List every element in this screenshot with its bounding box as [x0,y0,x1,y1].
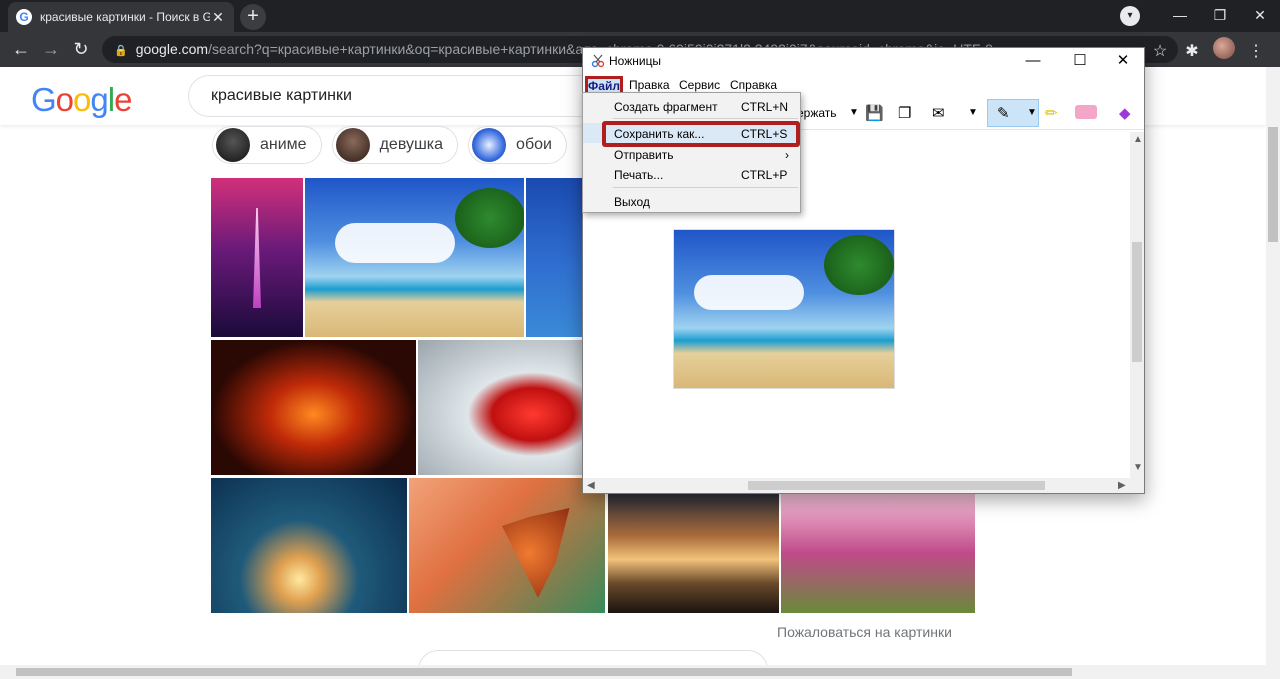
highlighter-icon[interactable]: ✏ [1045,104,1058,122]
profile-avatar[interactable] [1208,37,1240,64]
scroll-right-icon[interactable]: ▶ [1118,480,1126,491]
minimize-icon[interactable]: — [1160,0,1200,32]
google-logo[interactable]: Google [31,81,132,119]
browser-tabbar: G красивые картинки - Поиск в Google ✕ +… [0,0,1280,32]
send-dropdown-icon[interactable]: ▼ [968,107,978,118]
tab-title: красивые картинки - Поиск в Google [40,10,210,24]
chip-thumbnail [216,128,250,162]
paint3d-icon[interactable]: ◆ [1119,104,1131,122]
related-chips: аниме девушка обои [212,126,567,164]
snip-close-icon[interactable]: ✕ [1101,48,1145,74]
send-email-icon[interactable]: ✉ [932,104,945,122]
snip-title: Ножницы [609,54,662,68]
chip-anime[interactable]: аниме [212,126,322,164]
submenu-arrow-icon: › [785,148,789,162]
google-favicon-icon: G [16,9,32,25]
image-wave[interactable] [211,478,407,613]
image-eiffel-tower[interactable] [211,178,303,337]
snip-horizontal-scrollbar[interactable]: ◀ ▶ [583,478,1144,493]
snip-titlebar[interactable]: Ножницы — ☐ ✕ [583,48,1144,74]
page-vertical-scrollbar[interactable] [1266,67,1280,665]
page-horizontal-scrollbar[interactable] [0,665,1280,679]
extensions-icon[interactable]: ✱ [1176,41,1208,61]
snip-minimize-icon[interactable]: — [1011,48,1055,74]
image-dolphin-sunset[interactable] [608,494,779,613]
image-sea[interactable] [526,178,582,337]
chip-girl[interactable]: девушка [331,126,459,164]
image-pink-trees[interactable] [781,494,975,613]
scrollbar-thumb[interactable] [1132,242,1142,362]
delay-dropdown-icon[interactable]: ▼ [849,107,859,118]
copy-icon[interactable]: ❐ [898,104,911,122]
tab-search-icon[interactable]: ▾ [1120,6,1140,26]
back-icon[interactable]: ← [6,39,36,60]
scrollbar-thumb[interactable] [16,668,1072,676]
chip-label: обои [516,136,552,153]
menu-item-exit[interactable]: Выход [583,191,800,211]
lock-icon: 🔒 [114,45,128,57]
image-red-heart[interactable] [418,340,582,475]
scrollbar-thumb[interactable] [748,481,1045,490]
restore-icon[interactable]: ❐ [1200,0,1240,32]
menu-separator [613,187,798,188]
captured-snip-image [673,229,895,389]
menu-item-send[interactable]: Отправить › [583,144,800,164]
image-fire-horse[interactable] [211,340,416,475]
menu-service[interactable]: Сервис [679,78,720,92]
menu-edit[interactable]: Правка [629,78,670,92]
menu-item-print[interactable]: Печать... CTRL+P [583,164,800,184]
pen-dropdown-icon[interactable]: ▼ [1027,107,1037,118]
scroll-left-icon[interactable]: ◀ [587,480,595,491]
bookmark-star-icon[interactable]: ☆ [1144,41,1176,61]
scroll-up-icon[interactable]: ▲ [1133,134,1143,145]
reload-icon[interactable]: ↻ [66,39,96,60]
file-menu-dropdown: Создать фрагмент CTRL+N Сохранить как...… [582,92,801,213]
menu-help[interactable]: Справка [730,78,777,92]
chip-wallpapers[interactable]: обои [468,126,567,164]
eraser-icon[interactable] [1075,105,1097,119]
chip-thumbnail [335,128,370,162]
forward-icon[interactable]: → [36,39,66,60]
pen-icon: ✎ [997,105,1010,122]
report-images-link[interactable]: Пожаловаться на картинки [777,624,952,640]
chip-thumbnail [472,128,507,162]
search-input[interactable]: красивые картинки [188,75,608,117]
save-icon[interactable]: 💾 [865,104,884,122]
scissors-icon [591,54,605,68]
menu-dots-icon[interactable]: ⋮ [1240,41,1272,61]
chip-label: девушка [379,136,444,153]
image-butterfly[interactable] [409,478,605,613]
scroll-down-icon[interactable]: ▼ [1133,462,1143,473]
url-host: google.com [135,41,209,57]
image-beach-palm[interactable] [305,178,524,337]
delay-button[interactable]: ержать [797,106,837,120]
browser-tab[interactable]: G красивые картинки - Поиск в Google ✕ [8,2,234,32]
close-window-icon[interactable]: ✕ [1240,0,1280,32]
close-tab-icon[interactable]: ✕ [210,9,226,26]
scrollbar-thumb[interactable] [1268,127,1278,242]
menu-item-new-snip[interactable]: Создать фрагмент CTRL+N [583,96,800,116]
chip-label: аниме [260,136,307,153]
new-tab-button[interactable]: + [240,4,266,30]
menu-separator [613,118,798,119]
snip-vertical-scrollbar[interactable]: ▲ ▼ [1130,132,1144,478]
snip-maximize-icon[interactable]: ☐ [1058,48,1102,74]
